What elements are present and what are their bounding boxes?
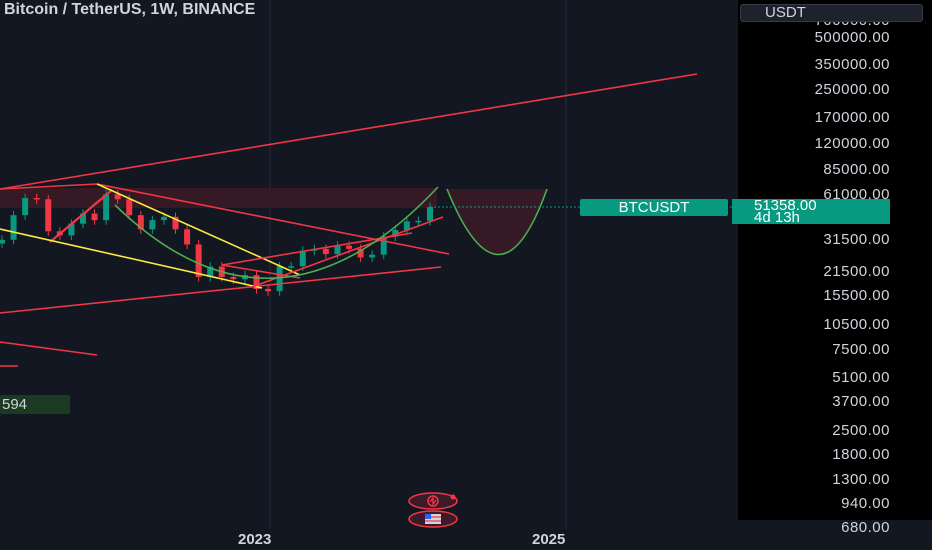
candle-body <box>195 244 202 277</box>
price-label: 1300.00 <box>832 470 890 488</box>
candle-body <box>334 245 341 255</box>
chart-title: Bitcoin / TetherUS, 1W, BINANCE <box>4 1 256 18</box>
price-label: 15500.00 <box>823 286 890 304</box>
pulse-icon[interactable] <box>405 492 461 510</box>
candle-body <box>230 276 237 280</box>
price-label: 250000.00 <box>814 80 890 98</box>
price-label: 350000.00 <box>814 55 890 73</box>
time-axis[interactable]: 2023 2025 <box>0 529 738 550</box>
candle-body <box>322 248 329 255</box>
candle-body <box>415 220 422 223</box>
price-label: 120000.00 <box>814 135 890 153</box>
bar-countdown: 4d 13h <box>754 209 800 226</box>
wedge-lower-line[interactable] <box>0 228 263 289</box>
resistance-zone <box>0 188 437 208</box>
price-label: 3700.00 <box>832 393 890 410</box>
price-tag-left: 594 <box>0 395 70 414</box>
price-label: 31500.00 <box>823 231 890 248</box>
candle-body <box>184 229 191 245</box>
candle-body <box>346 245 353 249</box>
symbol-badge: BTCUSDT <box>580 199 728 216</box>
upper-channel-line[interactable] <box>0 73 698 190</box>
candle-body <box>427 207 433 221</box>
candle-body <box>33 197 40 200</box>
candle-body <box>10 215 17 240</box>
candle-body <box>276 266 283 292</box>
flag-icon[interactable] <box>405 510 461 528</box>
price-label: 940.00 <box>841 494 890 512</box>
last-price-badge: 51358.00 4d 13h <box>732 198 890 226</box>
candle-body <box>22 197 29 216</box>
time-label-2025: 2025 <box>532 531 566 548</box>
short-support-line[interactable] <box>0 341 98 356</box>
candle-body <box>0 239 5 244</box>
price-label: 7500.00 <box>832 340 890 358</box>
currency-selector[interactable]: USDT <box>740 4 923 22</box>
candle-body <box>299 250 306 267</box>
price-axis[interactable]: 700000.00500000.00350000.00250000.001700… <box>738 0 932 536</box>
candle-body <box>149 220 156 230</box>
time-label-2023: 2023 <box>238 531 272 548</box>
candle-body <box>265 288 272 292</box>
candle-body <box>45 199 52 232</box>
price-label: 85000.00 <box>823 160 890 178</box>
candle-body <box>288 266 295 268</box>
candle-body <box>91 213 98 221</box>
candle-body <box>160 216 167 221</box>
candle-body <box>369 254 376 258</box>
price-label: 10500.00 <box>823 315 890 333</box>
price-label: 1800.00 <box>832 446 890 464</box>
price-label: 5100.00 <box>832 369 890 387</box>
price-label: 500000.00 <box>814 29 890 47</box>
price-label: 2500.00 <box>832 422 890 440</box>
price-label: 170000.00 <box>814 109 890 127</box>
price-label: 680.00 <box>841 518 890 536</box>
candle-body <box>126 199 133 216</box>
price-label: 21500.00 <box>823 262 890 280</box>
